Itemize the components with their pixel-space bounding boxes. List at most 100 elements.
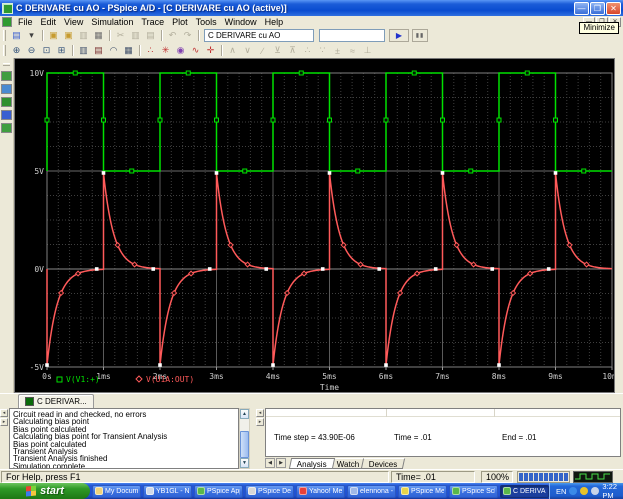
scroll-down-icon[interactable]: ▼ [240,458,249,468]
zoom-fit-icon[interactable]: ⊞ [54,44,69,57]
scrollbar-thumb[interactable] [240,431,249,458]
task-label: C DERIVAR... [513,487,546,495]
x-tick-label: 7ms [435,372,450,381]
menu-view[interactable]: View [60,16,87,28]
taskbar-button-5[interactable]: Yahoo! Mes... [296,484,345,498]
toolbar-separator [139,45,140,56]
zoom-in-icon[interactable]: ⊕ [9,44,24,57]
u1a-data-marker [227,241,234,249]
performance-analysis-icon[interactable]: ▦ [121,44,136,57]
new-file-icon[interactable]: ▤ [9,29,24,42]
menu-trace[interactable]: Trace [137,16,168,28]
scroll-up-icon[interactable]: ▲ [240,409,249,419]
menu-file[interactable]: File [14,16,37,28]
menu-simulation[interactable]: Simulation [87,16,137,28]
taskbar-button-7[interactable]: PSpice Mes... [398,484,447,498]
standard-toolbar: ▤ ▾ ▣ ▣ ▥ ▦ ✂ ▥ ▤ ↶ ↷ C DERIVARE cu AO ▶ ▮▮ [0,28,623,43]
new-simulation-icon[interactable] [1,71,12,81]
start-label: start [40,485,64,497]
cursor-trace-icon[interactable]: ∿ [188,44,203,57]
pspice-message-icon [401,487,409,495]
v1-data-marker [44,117,50,123]
taskbar-button-6[interactable]: elennona - ... [347,484,396,498]
evaluate-goal-function-icon[interactable]: ✳ [158,44,173,57]
cursor-point-icon: ∴ [304,45,311,55]
mdi-tab-bar: C DERIVAR... [0,393,623,408]
taskbar-button-3[interactable]: PSpice Appl... [194,484,243,498]
splitter-right-icon[interactable]: ▸ [0,418,8,426]
v1-data-marker [524,70,530,76]
splitter-left-icon[interactable]: ◂ [0,409,8,417]
u1a-data-marker [470,261,477,268]
zoom-out-icon[interactable]: ⊖ [24,44,39,57]
y-tick-label: -5V [30,363,45,372]
cursor-toggle-icon[interactable]: ✛ [203,44,218,57]
messenger-tray-icon[interactable] [569,487,578,495]
u1a-data-marker [526,270,534,277]
progress-segment [524,472,528,481]
taskbar-button-9[interactable]: C DERIVAR... [500,484,549,498]
menu-plot[interactable]: Plot [168,16,192,28]
taskbar-button-8[interactable]: PSpice Sche... [449,484,498,498]
simulation-profile-combo[interactable]: C DERIVARE cu AO [204,29,314,42]
output-window-gutter: ◂ ▸ [0,409,9,426]
run-simulation-icon[interactable] [1,97,12,107]
menu-help[interactable]: Help [261,16,288,28]
u1a-data-marker [453,241,460,249]
u1a-data-marker [510,289,517,297]
v1-data-marker [270,117,276,123]
taskbar-button-1[interactable]: My Docume... [92,484,141,498]
eval-measurement-icon: ⊥ [363,45,372,55]
language-indicator[interactable]: EN [556,487,566,496]
close-button[interactable]: ✕ [606,1,621,15]
mark-data-points-icon[interactable]: ∴ [143,44,158,57]
minimize-button[interactable]: — [574,1,589,15]
start-button[interactable]: start [0,483,90,499]
windows-logo-icon [26,485,37,497]
legend-u1a-label[interactable]: V(U1A:OUT) [146,375,194,384]
splitter-right-icon[interactable]: ▸ [256,418,264,426]
v1-data-marker [411,70,417,76]
new-file-dropdown-icon[interactable]: ▾ [24,29,39,42]
maximize-button[interactable]: ❒ [590,1,605,15]
menu-edit[interactable]: Edit [37,16,61,28]
print-icon[interactable]: ▦ [91,29,106,42]
open-file-icon[interactable]: ▣ [46,29,61,42]
zoom-area-icon[interactable]: ⊡ [39,44,54,57]
menu-tools[interactable]: Tools [192,16,221,28]
fourier-icon[interactable]: ◠ [106,44,121,57]
pause-button[interactable]: ▮▮ [412,29,428,42]
plot-document-tab[interactable]: C DERIVAR... [18,394,94,408]
display-evaluation-icon[interactable]: ◉ [173,44,188,57]
display-combo[interactable] [319,29,385,42]
legend-v1-label[interactable]: V(V1:+) [66,375,100,384]
run-button[interactable]: ▶ [389,29,409,42]
view-simulation-results-icon[interactable] [1,110,12,120]
u1a-data-marker [244,261,251,268]
probe-toolbar: ⊕ ⊖ ⊡ ⊞ ▥ ▤ ◠ ▦ ∴ ✳ ◉ ∿ ✛ ∧ ∨ ∕ ⊻ ⊼ ∴ ∵ ± ≈ ⊥ [0,43,623,58]
taskbar-button-4[interactable]: PSpice Des... [245,484,294,498]
y-tick-label: 10V [30,69,45,78]
status-tabs: ◀ ▶ Analysis Watch Devices [265,457,406,469]
output-scrollbar[interactable]: ▲ ▼ [239,408,250,469]
clock: 3:22 PM [602,482,618,499]
edit-simulation-profile-icon[interactable] [1,84,12,94]
tab-scroll-left-icon[interactable]: ◀ [265,458,275,468]
volume-tray-icon[interactable] [591,487,600,495]
tab-devices[interactable]: Devices [361,457,406,469]
log-y-axis-icon[interactable]: ▤ [91,44,106,57]
splitter-left-icon[interactable]: ◂ [256,409,264,417]
copy-icon: ▥ [131,30,140,40]
menu-window[interactable]: Window [221,16,261,28]
shield-tray-icon[interactable] [580,487,589,495]
tab-analysis[interactable]: Analysis [288,457,335,469]
simulation-output-log[interactable]: Circuit read in and checked, no errors Ca… [9,408,239,469]
open-workspace-icon[interactable]: ▣ [61,29,76,42]
tab-scroll-right-icon[interactable]: ▶ [276,458,286,468]
output-window: ◂ ▸ Circuit read in and checked, no erro… [0,408,250,469]
taskbar-button-2[interactable]: YB1GL - N... [143,484,192,498]
view-output-file-icon[interactable] [1,123,12,133]
log-x-axis-icon[interactable]: ▥ [76,44,91,57]
status-tab-list: Analysis Watch Devices [288,457,406,469]
simulation-profile-value: C DERIVARE cu AO [208,31,281,40]
